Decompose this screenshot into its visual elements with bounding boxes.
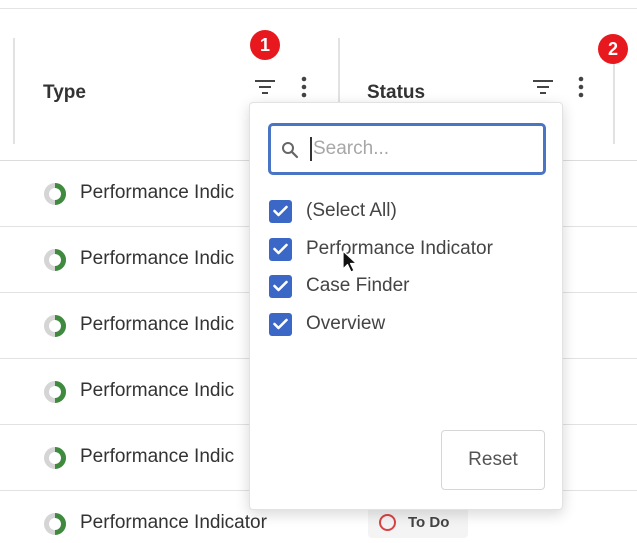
type-cell: Performance Indic: [80, 446, 235, 467]
filter-popup: (Select All) Performance Indicator Case …: [249, 102, 563, 510]
column-header-status[interactable]: Status: [367, 82, 425, 104]
search-input[interactable]: [313, 135, 533, 163]
filter-icon[interactable]: [252, 74, 278, 100]
type-cell: Performance Indic: [80, 380, 235, 401]
progress-ring-icon: [44, 513, 66, 535]
filter-icon[interactable]: [530, 74, 556, 100]
progress-ring-icon: [44, 381, 66, 403]
type-cell: Performance Indic: [80, 314, 235, 335]
option-label: (Select All): [306, 200, 397, 221]
check-icon: [273, 318, 288, 330]
status-ring-icon: [379, 513, 396, 531]
type-cell: Performance Indic: [80, 182, 235, 203]
progress-ring-icon: [44, 315, 66, 337]
kebab-menu-icon[interactable]: [291, 74, 317, 100]
progress-ring-icon: [44, 447, 66, 469]
reset-button[interactable]: Reset: [441, 430, 545, 490]
option-overview[interactable]: Overview: [269, 310, 385, 338]
checkbox[interactable]: [269, 199, 292, 223]
step-marker: 2: [598, 34, 628, 64]
search-icon: [282, 142, 299, 159]
type-cell: Performance Indic: [80, 248, 235, 269]
option-label: Overview: [306, 313, 386, 334]
check-icon: [273, 280, 288, 292]
check-icon: [273, 205, 288, 217]
step-marker: 1: [250, 30, 280, 60]
column-header-type[interactable]: Type: [43, 82, 86, 104]
check-icon: [273, 243, 288, 255]
column-separator[interactable]: [13, 38, 15, 144]
mouse-pointer-icon: [342, 250, 358, 273]
checkbox[interactable]: [269, 237, 292, 261]
top-divider: [0, 8, 637, 9]
option-case-finder[interactable]: Case Finder: [269, 272, 410, 300]
option-label: Performance Indicator: [306, 238, 493, 259]
status-badge[interactable]: To Do: [368, 506, 468, 538]
option-label: Case Finder: [306, 275, 410, 296]
progress-ring-icon: [44, 249, 66, 271]
search-field[interactable]: [268, 123, 546, 175]
progress-ring-icon: [44, 183, 66, 205]
checkbox[interactable]: [269, 274, 292, 298]
checkbox[interactable]: [269, 312, 292, 336]
text-caret: [310, 137, 312, 161]
status-label: To Do: [408, 513, 450, 531]
option-performance-indicator[interactable]: Performance Indicator: [269, 235, 493, 263]
type-cell: Performance Indicator: [80, 512, 267, 533]
kebab-menu-icon[interactable]: [568, 74, 594, 100]
option-select-all[interactable]: (Select All): [269, 197, 397, 225]
